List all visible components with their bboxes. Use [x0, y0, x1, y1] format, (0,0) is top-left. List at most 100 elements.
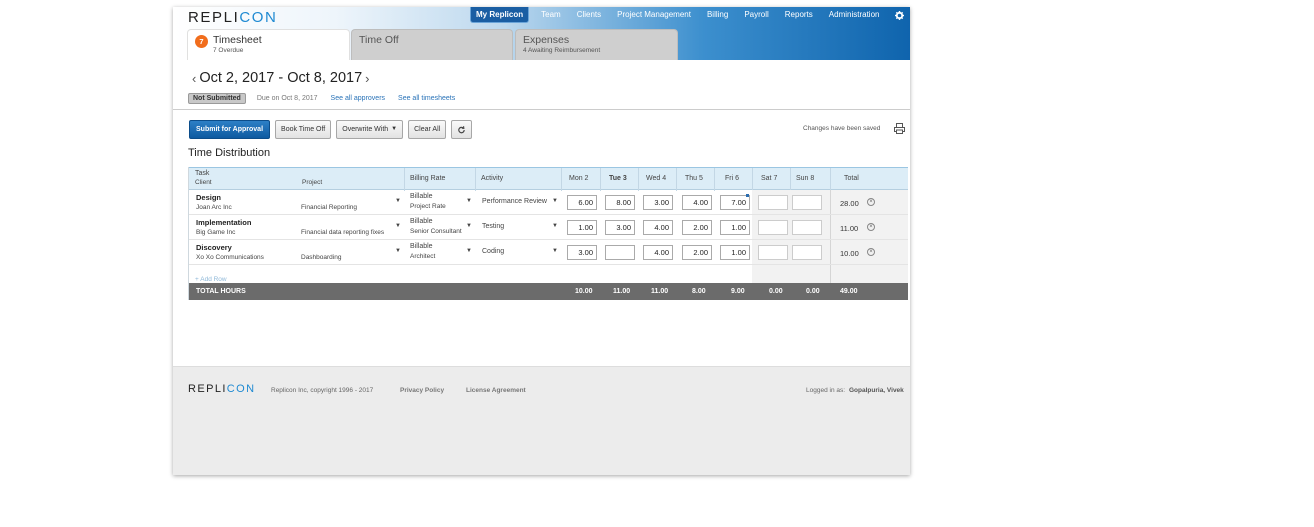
hours-input-wed[interactable]: 4.00	[643, 220, 673, 235]
nav-clients[interactable]: Clients	[569, 7, 609, 23]
remove-row-icon[interactable]: ×	[867, 198, 875, 206]
hours-input-thu[interactable]: 4.00	[682, 195, 712, 210]
footer-logo: REPLICON	[188, 383, 256, 395]
license-agreement-link[interactable]: License Agreement	[466, 387, 526, 394]
caret-down-icon[interactable]: ▼	[552, 248, 558, 254]
caret-down-icon[interactable]: ▼	[395, 198, 401, 204]
task-name: Implementation	[196, 218, 252, 227]
app-window: REPLICON My Replicon Team Clients Projec…	[173, 7, 910, 475]
tab-time-off[interactable]: Time Off	[351, 29, 513, 60]
refresh-icon[interactable]	[451, 120, 473, 139]
hours-input-tue[interactable]: 3.00	[605, 220, 635, 235]
header-total: Total	[844, 175, 859, 182]
see-approvers-link[interactable]: See all approvers	[331, 95, 385, 102]
activity[interactable]: Performance Review	[482, 198, 547, 205]
hours-input-tue[interactable]: 8.00	[605, 195, 635, 210]
status-row: Not Submitted Due on Oct 8, 2017 See all…	[188, 92, 455, 104]
hours-input-mon[interactable]: 3.00	[567, 245, 597, 260]
project-name[interactable]: Financial data reporting fixes	[301, 229, 384, 236]
header-mon: Mon 2	[569, 175, 589, 182]
nav-project-management[interactable]: Project Management	[609, 7, 699, 23]
tab-expenses-subtitle: 4 Awaiting Reimbursement	[523, 47, 601, 54]
col-divider	[830, 168, 831, 191]
total-wed: 11.00	[651, 288, 669, 295]
overwrite-label: Overwrite With	[342, 126, 389, 133]
caret-down-icon[interactable]: ▼	[466, 198, 472, 204]
print-icon[interactable]	[894, 121, 905, 134]
billing-type[interactable]: Billable	[410, 193, 433, 200]
nav-payroll[interactable]: Payroll	[736, 7, 776, 23]
section-title: Time Distribution	[188, 147, 271, 159]
nav-administration[interactable]: Administration	[821, 7, 888, 23]
status-badge: Not Submitted	[188, 92, 246, 104]
col-divider	[714, 168, 715, 191]
see-timesheets-link[interactable]: See all timesheets	[398, 95, 455, 102]
hours-input-fri[interactable]: 7.00	[720, 195, 750, 210]
col-divider	[790, 168, 791, 191]
comment-marker	[746, 194, 749, 197]
chevron-left-icon[interactable]: ‹	[189, 71, 199, 86]
hours-input-sun[interactable]	[792, 220, 822, 235]
clear-all-button[interactable]: Clear All	[408, 120, 447, 139]
caret-down-icon[interactable]: ▼	[552, 198, 558, 204]
nav-billing[interactable]: Billing	[699, 7, 736, 23]
due-date: Due on Oct 8, 2017	[256, 94, 318, 102]
gear-icon[interactable]	[895, 11, 904, 20]
grid-header: Task Client Project Billing Rate Activit…	[189, 167, 908, 191]
logged-in-label: Logged in as:	[806, 387, 846, 394]
billing-type[interactable]: Billable	[410, 218, 433, 225]
project-name[interactable]: Financial Reporting	[301, 204, 357, 211]
total-hours-bar: TOTAL HOURS 10.00 11.00 11.00 8.00 9.00 …	[189, 283, 908, 300]
replicon-logo[interactable]: REPLICON	[188, 9, 278, 26]
total-thu: 8.00	[692, 288, 706, 295]
activity[interactable]: Testing	[482, 223, 504, 230]
billing-type[interactable]: Billable	[410, 243, 433, 250]
overwrite-with-dropdown[interactable]: Overwrite With ▼	[336, 120, 404, 139]
row-total: 10.00	[840, 249, 859, 258]
chevron-right-icon[interactable]: ›	[362, 71, 372, 86]
hours-input-thu[interactable]: 2.00	[682, 245, 712, 260]
caret-down-icon[interactable]: ▼	[395, 223, 401, 229]
hours-input-sun[interactable]	[792, 195, 822, 210]
nav-reports[interactable]: Reports	[777, 7, 821, 23]
hours-input-tue[interactable]	[605, 245, 635, 260]
tab-expenses[interactable]: Expenses 4 Awaiting Reimbursement	[515, 29, 678, 60]
hours-input-wed[interactable]: 3.00	[643, 195, 673, 210]
client-name: Joan Arc Inc	[196, 204, 232, 211]
table-row: Design Joan Arc Inc Financial Reporting …	[189, 190, 908, 215]
hours-input-sat[interactable]	[758, 245, 788, 260]
caret-down-icon[interactable]: ▼	[466, 248, 472, 254]
tab-timesheet[interactable]: 7 Timesheet 7 Overdue	[187, 29, 350, 60]
remove-row-icon[interactable]: ×	[867, 248, 875, 256]
nav-team[interactable]: Team	[533, 7, 569, 23]
divider	[173, 109, 910, 110]
hours-input-thu[interactable]: 2.00	[682, 220, 712, 235]
caret-down-icon[interactable]: ▼	[395, 248, 401, 254]
activity[interactable]: Coding	[482, 248, 504, 255]
project-name[interactable]: Dashboarding	[301, 254, 341, 261]
header-project: Project	[302, 179, 323, 186]
privacy-policy-link[interactable]: Privacy Policy	[400, 387, 444, 394]
submit-approval-button[interactable]: Submit for Approval	[189, 120, 271, 139]
nav-my-replicon[interactable]: My Replicon	[470, 7, 530, 23]
hours-input-fri[interactable]: 1.00	[720, 220, 750, 235]
hours-input-sat[interactable]	[758, 220, 788, 235]
hours-input-wed[interactable]: 4.00	[643, 245, 673, 260]
caret-down-icon[interactable]: ▼	[552, 223, 558, 229]
total-hours-label: TOTAL HOURS	[196, 288, 246, 295]
tab-timesheet-subtitle: 7 Overdue	[213, 47, 244, 54]
hours-input-mon[interactable]: 6.00	[567, 195, 597, 210]
task-name: Design	[196, 193, 222, 202]
book-time-off-button[interactable]: Book Time Off	[275, 120, 332, 139]
header-billing-rate: Billing Rate	[410, 175, 446, 182]
hours-input-sat[interactable]	[758, 195, 788, 210]
remove-row-icon[interactable]: ×	[867, 223, 875, 231]
total-fri: 9.00	[731, 288, 745, 295]
add-row-link[interactable]: + Add Row	[195, 276, 227, 283]
caret-down-icon[interactable]: ▼	[466, 223, 472, 229]
hours-input-fri[interactable]: 1.00	[720, 245, 750, 260]
hours-input-sun[interactable]	[792, 245, 822, 260]
header-task: Task	[195, 170, 210, 177]
hours-input-mon[interactable]: 1.00	[567, 220, 597, 235]
billing-rate: Senior Consultant	[410, 228, 462, 235]
